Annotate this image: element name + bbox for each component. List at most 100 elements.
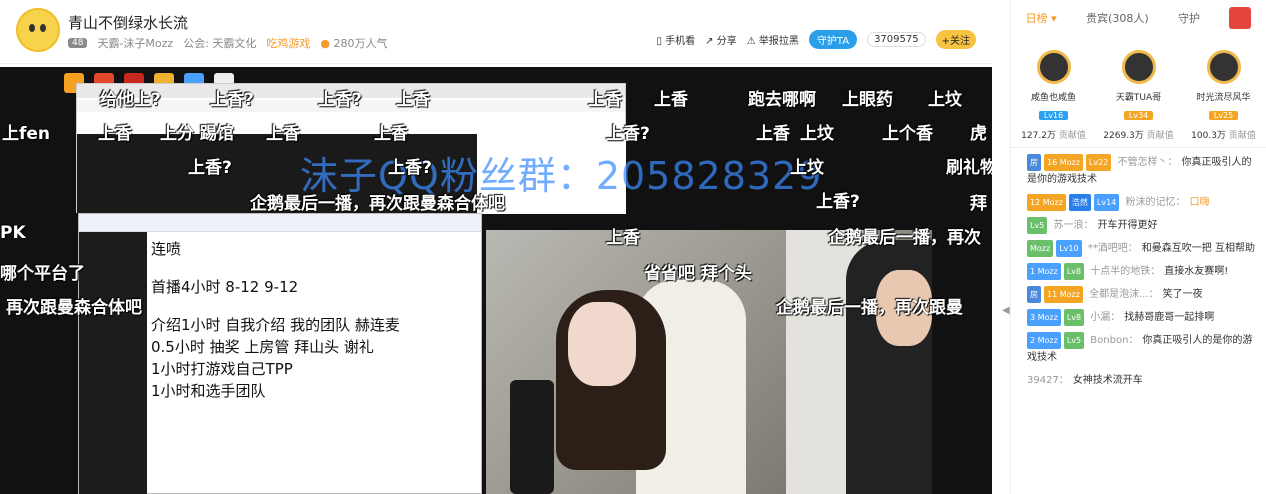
streamer-avatar[interactable] bbox=[16, 8, 60, 52]
fans-count: 3709575 bbox=[867, 32, 926, 47]
chat-user[interactable]: 小漏： bbox=[1090, 312, 1120, 323]
fan-badge: 1 Mozz bbox=[1027, 263, 1061, 280]
chat-user[interactable]: **酒吧吧： bbox=[1088, 243, 1138, 254]
contributor-level: Lv25 bbox=[1208, 111, 1239, 120]
danmaku-text: 上香 bbox=[588, 90, 622, 110]
streamer-name[interactable]: 天霸-沫子Mozz bbox=[97, 35, 173, 51]
level-badge: Lv5 bbox=[1027, 217, 1048, 234]
guard-button[interactable]: 守护TA bbox=[808, 30, 858, 49]
danmaku-text: 上香? bbox=[188, 158, 232, 178]
video-player[interactable]: 连喷 首播4小时 8-12 9-12 介绍1小时 自我介绍 我的团队 赫连麦 0… bbox=[0, 67, 992, 494]
room-meta: 48 天霸-沫子Mozz 公会: 天霸文化 吃鸡游戏 ● 280万人气 bbox=[68, 35, 388, 51]
danmaku-text: 上香? bbox=[318, 90, 362, 110]
room-tag: 房 bbox=[1027, 154, 1041, 171]
danmaku-text: 企鹅最后一播，再次 bbox=[828, 228, 981, 248]
tab-vip[interactable]: 贵宾(308人) bbox=[1086, 10, 1149, 26]
share-button[interactable]: ↗ 分享 bbox=[705, 32, 737, 47]
chat-user[interactable]: 全都是泡沫...： bbox=[1089, 289, 1159, 300]
chat-user[interactable]: Bonbon： bbox=[1090, 335, 1138, 346]
danmaku-text: 跑去哪啊 bbox=[748, 90, 816, 110]
divider bbox=[1011, 147, 1266, 148]
danmaku-text: 拜 bbox=[970, 194, 987, 214]
chat-text: 女神技术流开车 bbox=[1072, 375, 1143, 386]
contributor-name: 时光流尽风华 bbox=[1196, 93, 1251, 103]
warning-icon: ⚠ bbox=[746, 36, 756, 47]
contributor-avatar bbox=[1121, 50, 1156, 84]
tab-daily-rank[interactable]: 日榜 ▾ bbox=[1026, 10, 1057, 26]
chat-user[interactable]: 苏一浪： bbox=[1053, 220, 1093, 231]
chat-user[interactable]: 39427： bbox=[1027, 375, 1069, 386]
chat-user[interactable]: 粉沫的记忆： bbox=[1125, 197, 1185, 208]
popularity-value: 280万人气 bbox=[333, 37, 388, 50]
header-tools: ▯ 手机看 ↗ 分享 ⚠ 举报拉黑 守护TA 3709575 +关注 bbox=[656, 30, 976, 49]
chat-text: 直接水友赛啊! bbox=[1164, 266, 1229, 277]
room-header: 青山不倒绿水长流 48 天霸-沫子Mozz 公会: 天霸文化 吃鸡游戏 ● 28… bbox=[0, 0, 992, 64]
mobile-watch-button[interactable]: ▯ 手机看 bbox=[656, 32, 695, 47]
notepad-window: 连喷 首播4小时 8-12 9-12 介绍1小时 自我介绍 我的团队 赫连麦 0… bbox=[78, 213, 482, 494]
room-level-badge: 48 bbox=[68, 38, 88, 48]
contributor-score: 100.3万 贡献值 bbox=[1184, 128, 1264, 141]
danmaku-text: 上坟 bbox=[790, 158, 824, 178]
chat-message: 1 Mozz Lv8 十点半的地铁： 直接水友赛啊! bbox=[1027, 263, 1258, 280]
chat-message: Mozz Lv10 **酒吧吧： 和曼森互吹一把 互相帮助 bbox=[1027, 240, 1258, 257]
collapse-chevron-icon[interactable]: ◀ bbox=[1002, 305, 1010, 316]
right-panel: 日榜 ▾ 贵宾(308人) 守护 咸鱼也咸鱼 Lv16 127.2万 贡献值 天… bbox=[1010, 0, 1266, 494]
chat-text: 笑了一夜 bbox=[1162, 289, 1203, 300]
nested-screen bbox=[79, 232, 147, 494]
title-badge: 浩然 bbox=[1068, 194, 1091, 211]
notepad-line: 1小时打游戏自己TPP bbox=[151, 360, 293, 378]
contributor-score: 127.2万 贡献值 bbox=[1014, 128, 1094, 141]
contributor-card[interactable]: 咸鱼也咸鱼 Lv16 127.2万 贡献值 bbox=[1014, 50, 1094, 141]
contributor-name: 天霸TUA哥 bbox=[1115, 93, 1162, 103]
danmaku-text: 上香 bbox=[98, 124, 132, 144]
notepad-line: 1小时和选手团队 bbox=[151, 382, 266, 400]
notepad-line: 首播4小时 8-12 9-12 bbox=[151, 278, 299, 296]
danmaku-text: 省省吧 拜个头 bbox=[644, 264, 752, 284]
contributor-card[interactable]: 时光流尽风华 Lv25 100.3万 贡献值 bbox=[1184, 50, 1264, 141]
danmaku-text: 上分 踢馆 bbox=[160, 124, 234, 144]
danmaku-text: 给他上? bbox=[100, 90, 161, 110]
guild-link[interactable]: 公会: 天霸文化 bbox=[183, 35, 256, 51]
score-unit: 贡献值 bbox=[1228, 131, 1256, 141]
chat-text: 找赫哥鹿哥一起排啊 bbox=[1124, 312, 1215, 323]
chat-text: 和曼森互吹一把 互相帮助 bbox=[1141, 243, 1255, 254]
danmaku-text: 上香? bbox=[606, 124, 650, 144]
score-value: 2269.3万 bbox=[1103, 131, 1144, 141]
chat-user[interactable]: 十点半的地铁： bbox=[1090, 266, 1160, 277]
score-unit: 贡献值 bbox=[1058, 131, 1086, 141]
fan-badge: 16 Mozz bbox=[1044, 154, 1083, 171]
report-button[interactable]: ⚠ 举报拉黑 bbox=[747, 32, 799, 47]
chat-text: 口嗨 bbox=[1189, 197, 1210, 208]
popularity: ● 280万人气 bbox=[320, 35, 387, 51]
contributor-card[interactable]: 天霸TUA哥 Lv34 2269.3万 贡献值 bbox=[1099, 50, 1179, 141]
notepad-line: 0.5小时 抽奖 上房管 拜山头 谢礼 bbox=[151, 338, 374, 356]
score-value: 127.2万 bbox=[1021, 131, 1056, 141]
chat-message: 12 Mozz 浩然 Lv14 粉沫的记忆： 口嗨 bbox=[1027, 194, 1258, 211]
chat-text: 开车开得更好 bbox=[1097, 220, 1158, 231]
danmaku-text: 上香 bbox=[266, 124, 300, 144]
danmaku-text: 上个香 bbox=[882, 124, 933, 144]
danmaku-text: 上眼药 bbox=[842, 90, 893, 110]
notepad-line: 连喷 bbox=[151, 240, 182, 258]
contributor-avatar bbox=[1036, 50, 1071, 84]
room-tag: 房 bbox=[1027, 286, 1041, 303]
chat-user[interactable]: 不管怎样丶： bbox=[1117, 157, 1177, 168]
rank-badge-icon[interactable] bbox=[1229, 7, 1252, 29]
top-contributors: 咸鱼也咸鱼 Lv16 127.2万 贡献值 天霸TUA哥 Lv34 2269.3… bbox=[1011, 30, 1266, 141]
follow-button[interactable]: +关注 bbox=[935, 30, 976, 49]
tab-guard[interactable]: 守护 bbox=[1178, 10, 1200, 26]
danmaku-text: 上坟 bbox=[800, 124, 834, 144]
game-link[interactable]: 吃鸡游戏 bbox=[266, 35, 310, 51]
fan-badge: Mozz bbox=[1027, 240, 1054, 257]
danmaku-text: 上香 bbox=[374, 124, 408, 144]
danmaku-text: 上香? bbox=[388, 158, 432, 178]
notepad-gap bbox=[151, 298, 477, 314]
contributor-level: Lv16 bbox=[1038, 111, 1069, 120]
danmaku-text: 上香? bbox=[816, 192, 860, 212]
level-badge: Lv10 bbox=[1056, 240, 1082, 257]
report-label: 举报拉黑 bbox=[758, 36, 799, 47]
danmaku-text: 上香 bbox=[606, 228, 640, 248]
chat-message: Lv5 苏一浪： 开车开得更好 bbox=[1027, 217, 1258, 234]
chat-message: 3 Mozz Lv8 小漏： 找赫哥鹿哥一起排啊 bbox=[1027, 309, 1258, 326]
rank-tabs: 日榜 ▾ 贵宾(308人) 守护 bbox=[1011, 0, 1266, 30]
